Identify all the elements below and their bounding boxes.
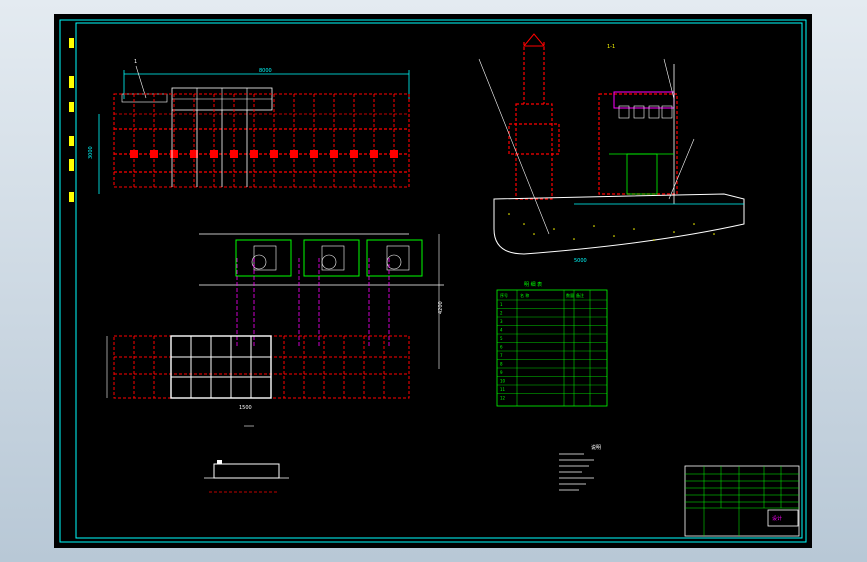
- section-label: 1-1: [607, 44, 615, 50]
- notes-heading: 说明: [591, 444, 601, 451]
- drawing-viewport[interactable]: 8000 3000 1 4200 1500 1-1 5000 明 细 表 序号 …: [54, 14, 812, 548]
- title-block[interactable]: 设计: [684, 465, 800, 537]
- table-cell: 2: [500, 311, 503, 316]
- table-cell: 5: [500, 336, 503, 341]
- table-header-cell: 名 称: [520, 292, 529, 298]
- table-cell: 10: [500, 379, 506, 384]
- dim-height-left: 3000: [88, 146, 94, 159]
- lower-plan-view[interactable]: 1500: [106, 335, 410, 427]
- notes-block: 说明: [559, 444, 601, 491]
- section-view[interactable]: 1-1 5000: [478, 33, 745, 264]
- motor-group[interactable]: 4200: [199, 233, 444, 369]
- table-header-cell: 序号: [500, 292, 508, 298]
- table-cell: 1: [500, 302, 503, 307]
- ground-profile: [493, 193, 745, 255]
- table-header-cell: 数量: [566, 292, 574, 298]
- table-cell: 4: [500, 328, 503, 333]
- motor-1[interactable]: [235, 239, 292, 277]
- table-cell: 6: [500, 345, 503, 350]
- table-rows: 序号名 称数量 备注123456789101112: [497, 292, 607, 401]
- table-cell: 11: [500, 387, 506, 392]
- top-plan-view[interactable]: 8000 3000 1: [88, 59, 410, 194]
- detail-section[interactable]: [204, 460, 289, 493]
- motor-2[interactable]: [303, 239, 360, 277]
- dim-plan-right: 4200: [438, 301, 444, 314]
- table-cell: 7: [500, 353, 503, 358]
- dim-bottom: 1500: [239, 405, 252, 411]
- plan-structure-grid: [113, 93, 410, 188]
- dim-overall-section: 5000: [574, 258, 587, 264]
- dim-overall-top: 8000: [259, 68, 272, 74]
- left-margin-marks: [69, 38, 74, 202]
- grate-frame: [170, 335, 272, 399]
- table-cell: 8: [500, 362, 503, 367]
- table-cell: 9: [500, 370, 503, 375]
- chimney-stack: [515, 103, 553, 200]
- table-cell: 3: [500, 319, 503, 324]
- lower-plan-grid: [113, 335, 410, 399]
- table-header-cell: 备注: [576, 292, 584, 298]
- title-block-heading: 设计: [772, 515, 782, 522]
- table-heading: 明 细 表: [524, 281, 542, 288]
- motor-3[interactable]: [366, 239, 423, 277]
- parts-table[interactable]: 明 细 表 序号名 称数量 备注123456789101112: [496, 281, 608, 407]
- table-cell: 12: [500, 396, 506, 401]
- view-label-1: 1: [134, 59, 137, 65]
- drawing-sheet[interactable]: 8000 3000 1 4200 1500 1-1 5000 明 细 表 序号 …: [54, 14, 812, 548]
